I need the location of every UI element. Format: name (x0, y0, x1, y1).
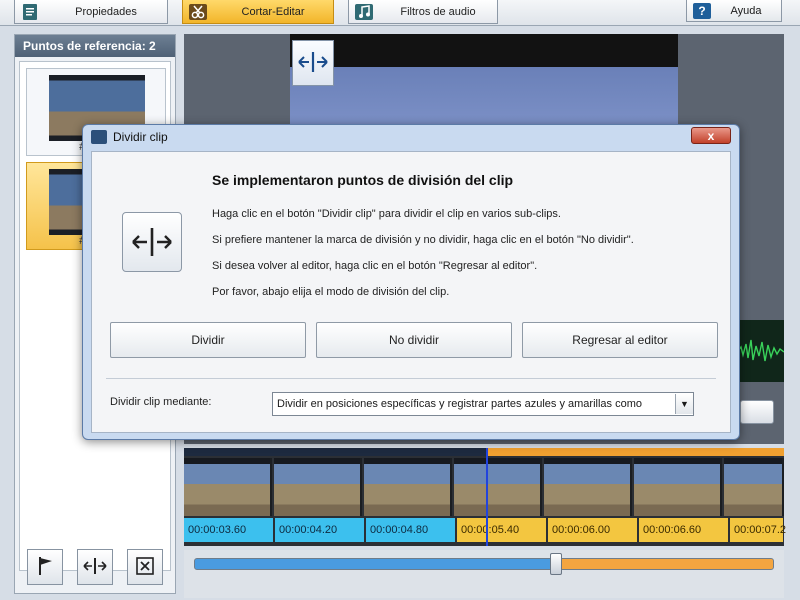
timecode-label: 00:00:04.80 (366, 518, 456, 542)
help-button[interactable]: ? Ayuda (686, 0, 782, 22)
yellow-segment-bar (486, 448, 784, 456)
dialog-instruction: Si desea volver al editor, haga clic en … (212, 260, 538, 272)
properties-icon (15, 1, 45, 23)
music-note-icon (349, 1, 379, 23)
tab-filtros-audio[interactable]: Filtros de audio (348, 0, 498, 24)
position-slider-area (184, 550, 784, 598)
volume-control[interactable] (740, 400, 774, 424)
video-preview (290, 34, 678, 134)
question-icon: ? (693, 2, 711, 19)
dialog-title-bar: Dividir clip (83, 125, 739, 149)
dialog-instruction: Haga clic en el botón "Dividir clip" par… (212, 208, 561, 220)
blue-segment-bar (184, 448, 486, 456)
tab-label: Propiedades (75, 5, 137, 18)
dialog-divider (106, 378, 716, 379)
playhead[interactable] (486, 448, 488, 546)
tab-label: Filtros de audio (400, 5, 476, 18)
dialog-heading: Se implementaron puntos de división del … (212, 172, 514, 188)
dialog-title: Dividir clip (113, 130, 168, 144)
timecode-label: 00:00:03.60 (184, 518, 274, 542)
timeline-frame (364, 458, 452, 516)
scissors-icon (183, 1, 213, 23)
split-marker-button[interactable] (77, 549, 113, 585)
split-position-marker[interactable] (292, 40, 334, 86)
timeline-frame (544, 458, 632, 516)
timeline-frame (634, 458, 722, 516)
split-marker-icon (82, 556, 108, 579)
app-icon (91, 130, 107, 144)
dialog-body: Se implementaron puntos de división del … (91, 151, 731, 433)
timeline-frame (274, 458, 362, 516)
timeline-frame (724, 458, 784, 516)
tab-cortar-editar[interactable]: Cortar-Editar (182, 0, 334, 24)
split-marker-icon (297, 50, 329, 77)
split-button[interactable]: Dividir (110, 322, 306, 358)
timecode-label: 00:00:06.00 (548, 518, 638, 542)
delete-marker-icon (135, 556, 155, 579)
timecode-label: 00:00:06.60 (639, 518, 729, 542)
timecode-label: 00:00:04.20 (275, 518, 365, 542)
back-to-editor-button[interactable]: Regresar al editor (522, 322, 718, 358)
split-clip-dialog: Dividir clip x Se implementaron puntos d… (82, 124, 740, 440)
split-mode-value: Dividir en posiciones específicas y regi… (277, 398, 642, 410)
position-slider-track[interactable] (194, 558, 774, 570)
flag-icon (35, 555, 55, 580)
help-label: Ayuda (730, 4, 762, 17)
close-button[interactable]: x (691, 127, 731, 144)
add-flag-button[interactable] (27, 549, 63, 585)
top-tab-bar: Propiedades Cortar-Editar Filtros de aud… (0, 0, 800, 26)
tab-propiedades[interactable]: Propiedades (14, 0, 168, 24)
timeline-frame (184, 458, 272, 516)
delete-marker-button[interactable] (127, 549, 163, 585)
close-icon: x (707, 128, 715, 143)
split-clip-icon (122, 212, 182, 272)
tab-label: Cortar-Editar (241, 5, 305, 18)
split-mode-select[interactable]: Dividir en posiciones específicas y regi… (272, 392, 694, 416)
timeline[interactable]: 00:00:03.60 00:00:04.20 00:00:04.80 00:0… (184, 448, 786, 546)
position-slider-thumb[interactable] (550, 553, 562, 575)
dialog-instruction: Si prefiere mantener la marca de divisió… (212, 234, 634, 246)
split-mode-label: Dividir clip mediante: (110, 396, 212, 408)
timecode-label: 00:00:07.2 (730, 518, 786, 542)
reference-points-title: Puntos de referencia: 2 (15, 35, 175, 57)
no-split-button[interactable]: No dividir (316, 322, 512, 358)
audio-waveform (738, 320, 784, 382)
dialog-instruction: Por favor, abajo elija el modo de divisi… (212, 286, 450, 298)
timeline-frame (454, 458, 542, 516)
timecode-label: 00:00:05.40 (457, 518, 547, 542)
chevron-down-icon[interactable]: ▼ (675, 394, 693, 414)
reference-toolbar (15, 545, 175, 593)
